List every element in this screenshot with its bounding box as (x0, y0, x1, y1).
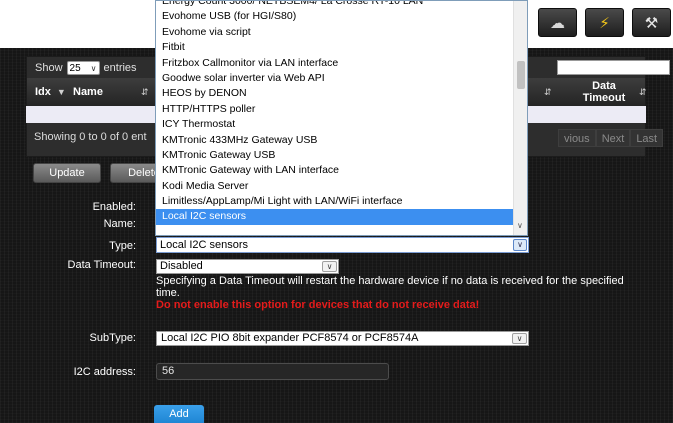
chevron-down-icon: ∨ (322, 261, 337, 272)
subtype-select-value: Local I2C PIO 8bit expander PCF8574 or P… (161, 332, 419, 344)
weather-icon[interactable]: ☁ (538, 8, 577, 37)
last-page-button[interactable]: Last (630, 129, 664, 147)
dropdown-option[interactable]: KMTronic 433MHz Gateway USB (156, 133, 513, 148)
scrollbar-thumb[interactable] (517, 61, 525, 89)
chevron-down-icon: ∨ (513, 239, 527, 251)
column-header-idx[interactable]: Idx ▼ (35, 78, 66, 106)
type-dropdown-list[interactable]: Energy Count 3000/ NETBSEM4/ La Crosse R… (155, 0, 528, 236)
update-button[interactable]: Update (33, 163, 101, 183)
column-idx-label: Idx (35, 86, 51, 98)
column-name-label: Name (73, 86, 103, 98)
dropdown-option[interactable]: Energy Count 3000/ NETBSEM4/ La Crosse R… (156, 1, 513, 9)
chevron-down-icon: ∨ (90, 63, 97, 73)
scroll-down-icon[interactable]: ∨ (517, 221, 523, 230)
top-toolbar: ☁ ⚡ ⚒ (538, 8, 671, 37)
column-data-timeout-label: Data Timeout (582, 80, 626, 104)
i2c-address-input[interactable]: 56 (156, 363, 389, 380)
setup-icon[interactable]: ⚒ (632, 8, 671, 37)
type-select-value: Local I2C sensors (160, 239, 249, 251)
entries-label: entries (103, 62, 137, 74)
entries-length-control: Show 25 ∨ entries (35, 61, 137, 75)
next-page-button[interactable]: Next (595, 129, 631, 147)
dropdown-option[interactable]: HEOS by DENON (156, 86, 513, 101)
column-header-name[interactable]: Name (73, 78, 103, 106)
utility-icon[interactable]: ⚡ (585, 8, 624, 37)
sort-icon[interactable]: ⇵ (141, 78, 149, 106)
sort-desc-icon: ▼ (56, 87, 66, 97)
data-timeout-label: Data Timeout: (67, 259, 136, 271)
column-header-data-timeout[interactable]: Data Timeout (573, 78, 635, 106)
dropdown-option[interactable]: ICY Thermostat (156, 117, 513, 132)
show-label: Show (35, 62, 63, 74)
data-timeout-value: Disabled (160, 260, 203, 272)
sort-icon[interactable]: ⇵ (639, 78, 647, 106)
dropdown-option[interactable]: Evohome via script (156, 25, 513, 40)
data-timeout-warning: Do not enable this option for devices th… (156, 299, 480, 311)
entries-select-value: 25 (69, 62, 81, 74)
dropdown-option[interactable]: HTTP/HTTPS poller (156, 102, 513, 117)
dropdown-option[interactable]: KMTronic Gateway with LAN interface (156, 163, 513, 178)
table-info: Showing 0 to 0 of 0 ent (34, 131, 147, 143)
data-timeout-help: Specifying a Data Timeout will restart t… (156, 275, 624, 299)
dropdown-scrollbar[interactable]: ∨ (513, 1, 527, 235)
enabled-label: Enabled: (92, 201, 136, 213)
subtype-select[interactable]: Local I2C PIO 8bit expander PCF8574 or P… (156, 331, 529, 346)
search-input[interactable] (557, 60, 670, 75)
dropdown-option[interactable]: Local I2C sensors (156, 209, 513, 225)
i2c-address-label: I2C address: (73, 366, 136, 378)
add-button[interactable]: Add (154, 405, 204, 423)
data-timeout-select[interactable]: Disabled ∨ (156, 259, 339, 274)
dropdown-option[interactable]: Fitbit (156, 40, 513, 55)
dropdown-options: Energy Count 3000/ NETBSEM4/ La Crosse R… (156, 1, 513, 225)
dropdown-option[interactable]: Fritzbox Callmonitor via LAN interface (156, 56, 513, 71)
dropdown-option[interactable]: Evohome USB (for HGI/S80) (156, 9, 513, 24)
type-label: Type: (109, 240, 136, 252)
subtype-label: SubType: (89, 332, 136, 344)
name-label: Name: (103, 218, 136, 230)
pagination: vious Next Last (558, 129, 664, 147)
dropdown-option[interactable]: Kodi Media Server (156, 179, 513, 194)
previous-page-button[interactable]: vious (558, 129, 596, 147)
type-select[interactable]: Local I2C sensors ∨ (156, 237, 529, 253)
entries-select[interactable]: 25 ∨ (66, 61, 100, 75)
dropdown-option[interactable]: KMTronic Gateway USB (156, 148, 513, 163)
sort-icon[interactable]: ⇵ (544, 78, 552, 106)
dropdown-option[interactable]: Limitless/AppLamp/Mi Light with LAN/WiFi… (156, 194, 513, 209)
chevron-down-icon: ∨ (512, 333, 527, 344)
dropdown-option[interactable]: Goodwe solar inverter via Web API (156, 71, 513, 86)
